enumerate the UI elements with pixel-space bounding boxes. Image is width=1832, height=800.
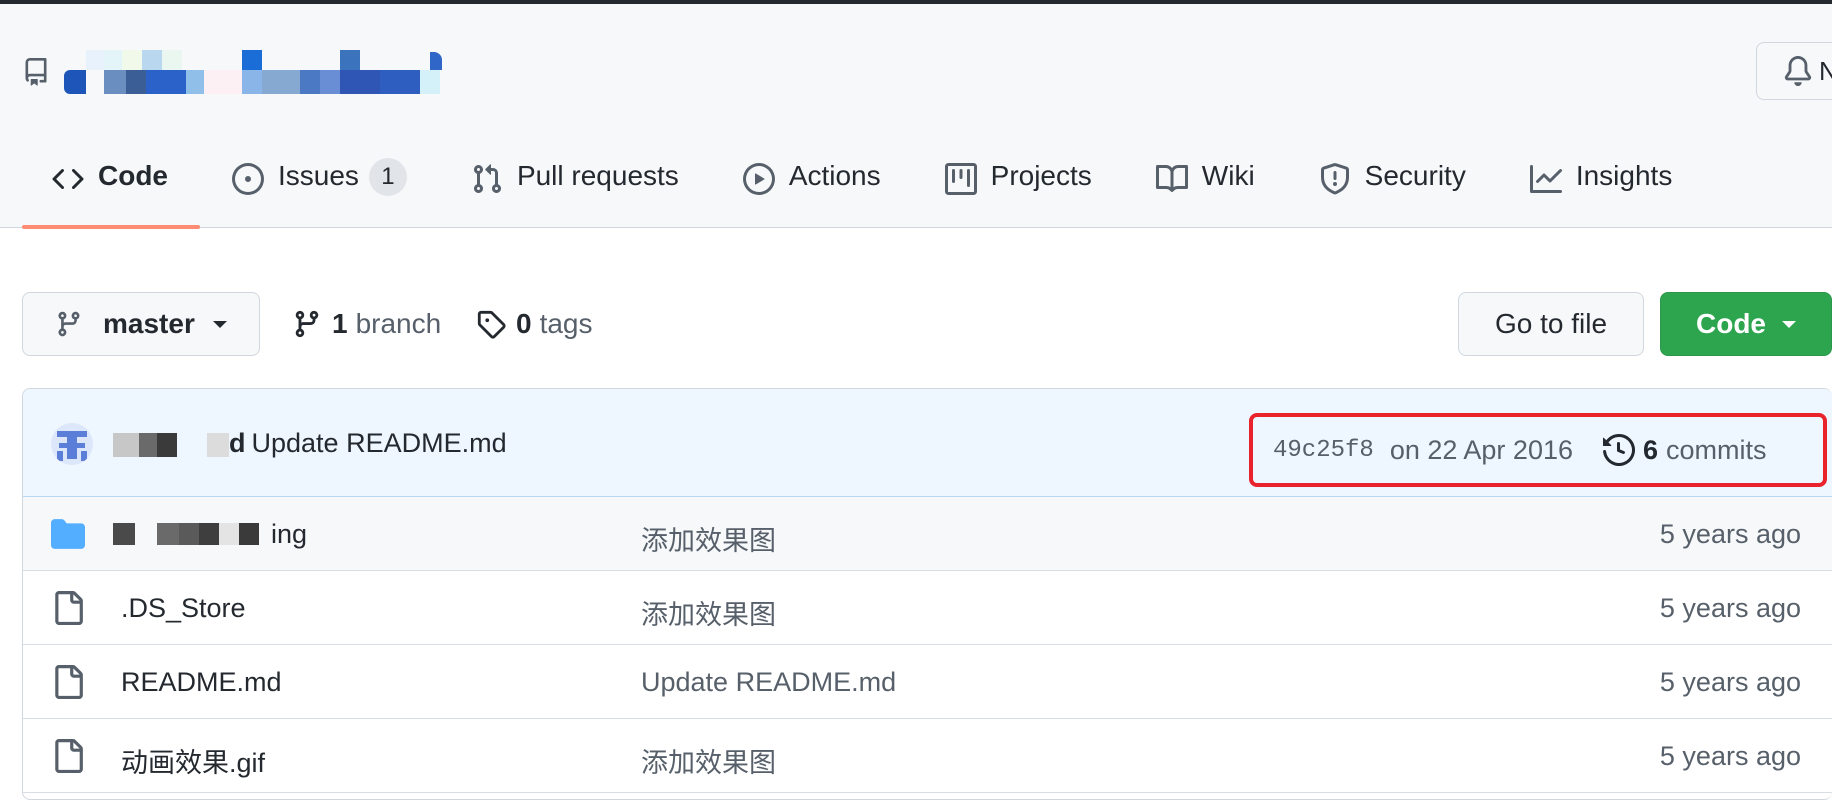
repo-header: N Code Issues 1 Pull requests Actions Pr…: [0, 4, 1832, 229]
branch-select-button[interactable]: master: [22, 292, 260, 356]
tab-pull-requests[interactable]: Pull requests: [439, 134, 711, 228]
tab-issues-label: Issues: [278, 160, 359, 191]
commit-message[interactable]: d Update README.md: [229, 428, 507, 459]
go-to-file-button[interactable]: Go to file: [1458, 292, 1644, 356]
file-row-folder[interactable]: ing 添加效果图 5 years ago: [23, 497, 1832, 571]
tab-issues[interactable]: Issues 1: [200, 134, 439, 228]
tab-projects[interactable]: Projects: [913, 134, 1124, 228]
table-icon: [944, 163, 977, 195]
tag-icon: [477, 310, 506, 339]
issue-opened-icon: [232, 163, 264, 195]
watch-notifications-button[interactable]: N: [1756, 42, 1832, 100]
shield-icon: [1320, 163, 1349, 195]
tab-pull-requests-label: Pull requests: [516, 160, 679, 191]
file-age: 5 years ago: [1659, 519, 1801, 549]
file-row[interactable]: 动画效果.gif 添加效果图 5 years ago: [23, 719, 1832, 793]
chevron-down-icon: [212, 320, 227, 328]
code-download-button[interactable]: Code: [1660, 292, 1832, 356]
file-icon: [55, 665, 83, 699]
file-browser: d Update README.md 49c25f8 on 22 Apr 2016…: [22, 388, 1832, 800]
code-icon: [52, 168, 84, 190]
repo-name-redacted[interactable]: [64, 48, 514, 96]
tab-security[interactable]: Security: [1287, 134, 1498, 228]
file-age: 5 years ago: [1659, 593, 1801, 623]
chevron-down-icon: [1782, 320, 1796, 328]
branch-word: branch: [355, 308, 442, 339]
tag-word: tags: [539, 308, 593, 339]
tab-actions-label: Actions: [788, 160, 881, 191]
latest-commit-bar: d Update README.md 49c25f8 on 22 Apr 2016…: [23, 389, 1832, 497]
play-icon: [742, 163, 775, 195]
tab-projects-label: Projects: [990, 160, 1092, 191]
tab-insights-label: Insights: [1575, 160, 1673, 191]
commit-message-text: Update README.md: [251, 428, 507, 458]
folder-name-redacted[interactable]: [113, 519, 273, 547]
branch-count: 1: [332, 308, 348, 339]
tags-link[interactable]: 0 tags: [476, 292, 593, 356]
book-icon: [1155, 164, 1188, 192]
file-name[interactable]: README.md: [121, 667, 282, 698]
file-row[interactable]: README.md Update README.md 5 years ago: [23, 645, 1832, 719]
tab-insights[interactable]: Insights: [1498, 134, 1705, 228]
file-row[interactable]: .DS_Store 添加效果图 5 years ago: [23, 571, 1832, 645]
commit-author-redacted[interactable]: [113, 431, 231, 461]
file-age: 5 years ago: [1659, 741, 1801, 771]
history-icon: [1603, 434, 1635, 466]
branches-link[interactable]: 1 branch: [292, 292, 441, 356]
file-commit-message[interactable]: 添加效果图: [641, 519, 776, 558]
tab-wiki-label: Wiki: [1201, 160, 1255, 191]
file-icon: [55, 739, 83, 773]
file-name[interactable]: .DS_Store: [121, 593, 246, 624]
avatar[interactable]: [51, 423, 93, 465]
tag-count: 0: [516, 308, 532, 339]
file-icon: [55, 591, 83, 625]
commit-author-suffix: d: [229, 428, 246, 458]
repo-title[interactable]: [22, 48, 514, 96]
branch-bar: master 1 branch 0 tags Go to file Code: [22, 292, 1832, 356]
commit-info-highlight: 49c25f8 on 22 Apr 2016 6 commits: [1249, 413, 1827, 487]
issues-counter: 1: [368, 158, 407, 196]
git-branch-icon: [58, 311, 80, 337]
tab-wiki[interactable]: Wiki: [1124, 134, 1287, 228]
file-commit-message[interactable]: 添加效果图: [641, 741, 776, 780]
folder-icon: [51, 519, 85, 549]
bell-icon: [1784, 56, 1812, 86]
notifications-label: N: [1819, 55, 1832, 86]
file-age: 5 years ago: [1659, 667, 1801, 697]
commit-word: commits: [1666, 434, 1767, 465]
commit-date: on 22 Apr 2016: [1389, 434, 1573, 465]
commits-history-link[interactable]: 6 commits: [1603, 434, 1767, 466]
tab-code-label: Code: [98, 160, 168, 191]
tab-code[interactable]: Code: [22, 134, 200, 229]
graph-icon: [1529, 165, 1562, 193]
code-button-label: Code: [1696, 308, 1766, 339]
git-pull-request-icon: [473, 164, 501, 194]
commit-sha-link[interactable]: 49c25f8: [1273, 437, 1374, 464]
file-commit-message[interactable]: Update README.md: [641, 667, 896, 698]
repo-icon: [25, 58, 47, 86]
tab-security-label: Security: [1364, 160, 1466, 191]
branch-name: master: [103, 308, 195, 339]
repo-nav: Code Issues 1 Pull requests Actions Proj…: [22, 134, 1705, 229]
file-name[interactable]: 动画效果.gif: [121, 741, 265, 780]
tab-actions[interactable]: Actions: [711, 134, 913, 228]
git-branch-icon: [295, 310, 319, 338]
folder-name-suffix[interactable]: ing: [271, 519, 307, 550]
commit-count: 6: [1643, 434, 1659, 465]
file-commit-message[interactable]: 添加效果图: [641, 593, 776, 632]
